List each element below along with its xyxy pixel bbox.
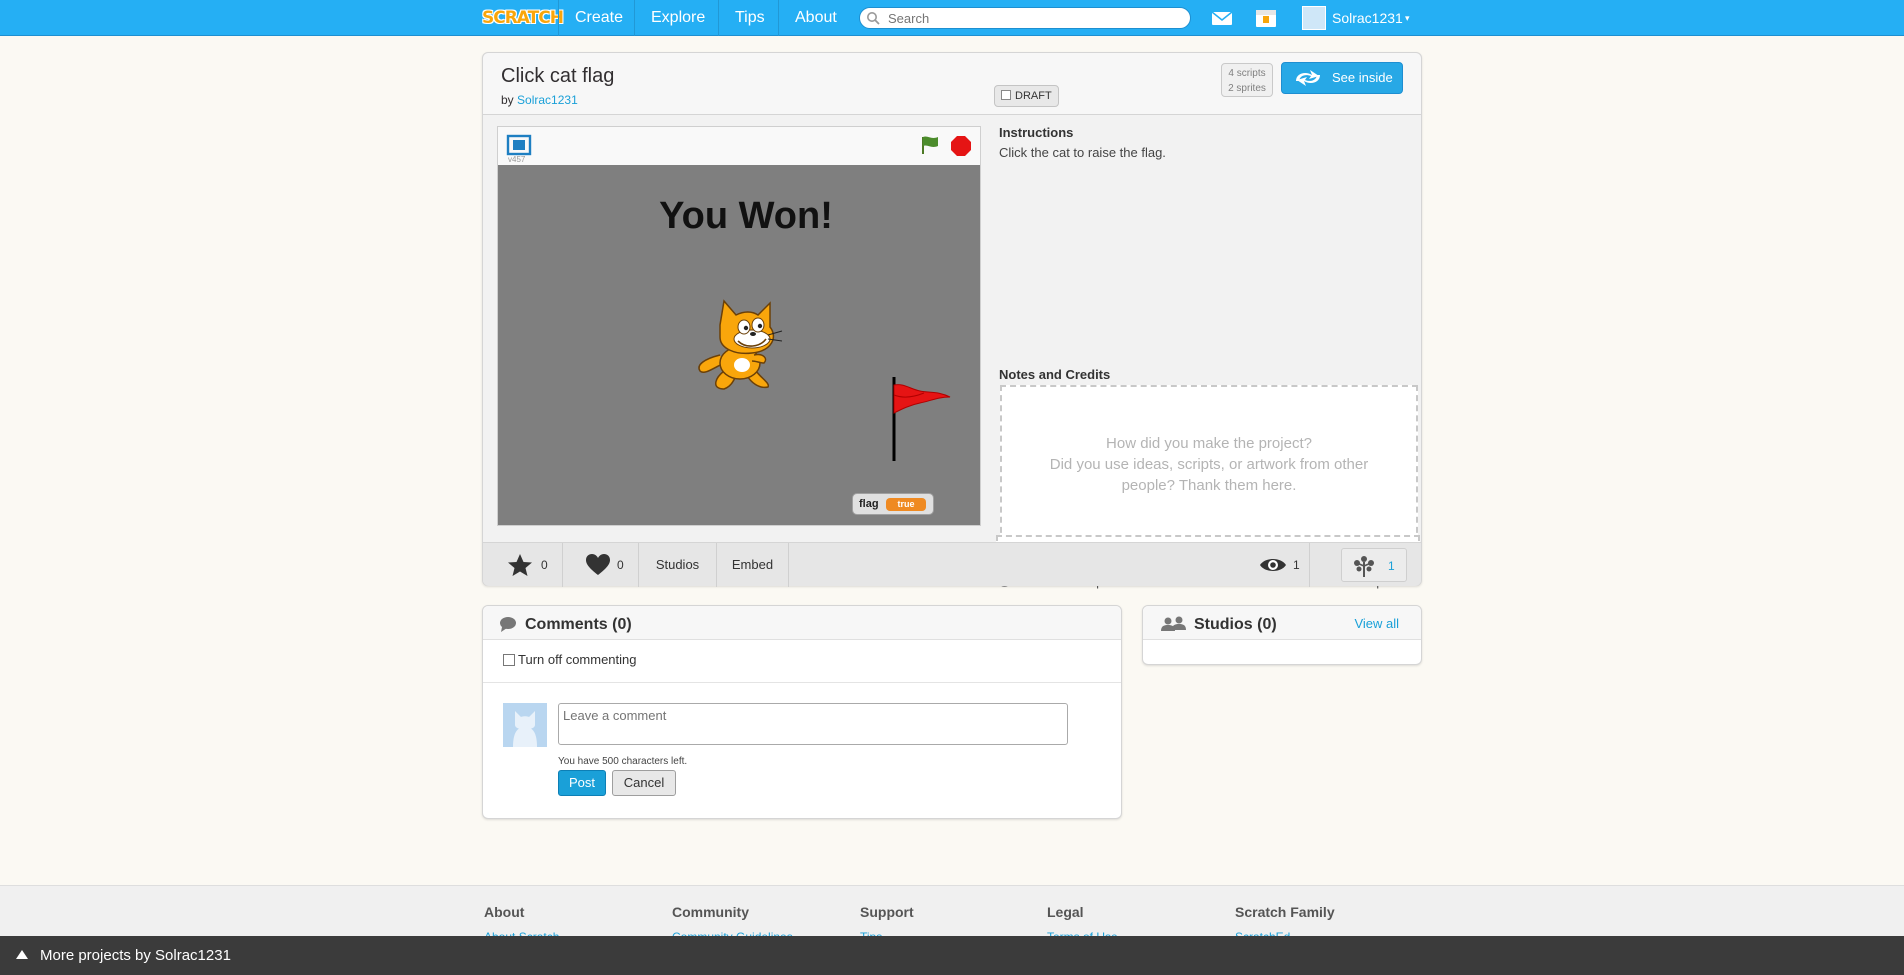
project-counts: 4 scripts 2 sprites xyxy=(1221,63,1273,97)
fullscreen-icon[interactable] xyxy=(506,134,532,156)
turn-off-commenting[interactable]: Turn off commenting xyxy=(503,652,637,667)
eye-icon xyxy=(1260,559,1286,571)
embed-button[interactable]: Embed xyxy=(717,543,789,587)
star-icon xyxy=(508,554,532,576)
favorite-button[interactable]: 0 xyxy=(483,543,563,587)
search-icon xyxy=(867,12,880,25)
scratch-logo[interactable]: SCRATCH xyxy=(482,6,564,30)
green-flag-icon[interactable] xyxy=(919,134,941,156)
stage-text: You Won! xyxy=(659,195,833,237)
footer-col-legal: Legal xyxy=(1047,904,1084,920)
nav-create[interactable]: Create xyxy=(558,0,639,36)
search-box[interactable] xyxy=(859,7,1191,29)
turn-off-checkbox[interactable] xyxy=(503,654,515,666)
cancel-button[interactable]: Cancel xyxy=(612,770,676,796)
remix-arrows-icon xyxy=(1296,70,1320,86)
heart-icon xyxy=(586,554,610,575)
footer-col-about: About xyxy=(484,904,525,920)
notes-placeholder-2: Did you use ideas, scripts, or artwork f… xyxy=(1049,456,1369,473)
people-icon xyxy=(1161,616,1186,631)
draft-label: DRAFT xyxy=(1015,90,1052,102)
draft-checkbox[interactable] xyxy=(1001,90,1011,100)
favorites-count: 0 xyxy=(541,558,548,572)
stage[interactable]: You Won! flag true xyxy=(498,165,980,525)
remix-tree-icon xyxy=(1354,556,1374,577)
project-box: Click cat flag by Solrac1231 DRAFT 4 scr… xyxy=(482,52,1422,589)
variable-name: flag xyxy=(859,498,879,510)
variable-monitor: flag true xyxy=(852,493,934,515)
instructions-heading: Instructions xyxy=(999,125,1074,140)
stats-divider xyxy=(1309,543,1310,587)
notes-placeholder-3: people? Thank them here. xyxy=(1121,477,1297,494)
remixes-count: 1 xyxy=(1388,559,1395,573)
instructions-text[interactable]: Click the cat to raise the flag. xyxy=(999,145,1166,160)
project-title: Click cat flag xyxy=(501,65,615,87)
mystuff-icon[interactable] xyxy=(1254,8,1278,28)
search-input[interactable] xyxy=(888,9,1178,27)
project-player: v457 You Won! flag true xyxy=(497,126,981,526)
studios-title: Studios (0) xyxy=(1194,616,1277,633)
loves-count: 0 xyxy=(617,558,624,572)
characters-left: You have 500 characters left. xyxy=(558,756,688,767)
comments-divider xyxy=(483,682,1121,683)
project-stats-bar: 0 0 Studios Embed 1 1 xyxy=(483,542,1421,587)
remix-tree-button[interactable]: 1 xyxy=(1341,548,1407,582)
top-nav: SCRATCH Create Explore Tips About Solrac… xyxy=(0,0,1904,36)
more-projects-bar[interactable]: More projects by Solrac1231 xyxy=(0,936,1904,975)
more-projects-label: More projects by Solrac1231 xyxy=(40,947,231,964)
notes-heading: Notes and Credits xyxy=(999,367,1111,382)
footer-col-support: Support xyxy=(860,904,914,920)
views-count: 1 xyxy=(1293,558,1300,572)
by-label: by xyxy=(501,93,514,107)
player-controls: v457 xyxy=(498,127,980,165)
views-stat: 1 xyxy=(1253,543,1309,587)
project-byline: by Solrac1231 xyxy=(501,93,578,107)
sprites-count: 2 sprites xyxy=(1228,83,1266,94)
comments-panel: Comments (0) Turn off commenting You hav… xyxy=(482,605,1122,819)
notes-credits-field[interactable]: How did you make the project? Did you us… xyxy=(1000,385,1418,543)
see-inside-label: See inside xyxy=(1332,70,1393,85)
project-info: Instructions Click the cat to raise the … xyxy=(994,115,1421,589)
top-nav-inner: SCRATCH Create Explore Tips About Solrac… xyxy=(482,0,1422,36)
red-flag-sprite[interactable] xyxy=(890,375,960,463)
chevron-up-icon xyxy=(16,950,28,959)
see-inside-button[interactable]: See inside xyxy=(1281,62,1403,94)
user-avatar xyxy=(1302,6,1326,30)
draft-toggle[interactable]: DRAFT xyxy=(994,85,1059,107)
turn-off-label: Turn off commenting xyxy=(518,652,637,667)
footer-col-scratch-family: Scratch Family xyxy=(1235,904,1335,920)
nav-tips[interactable]: Tips xyxy=(718,0,781,36)
player-version: v457 xyxy=(508,155,526,164)
notes-placeholder-1: How did you make the project? xyxy=(1106,435,1312,452)
author-link[interactable]: Solrac1231 xyxy=(517,93,578,107)
nav-explore[interactable]: Explore xyxy=(634,0,721,36)
commenter-avatar xyxy=(503,703,547,747)
messages-icon[interactable] xyxy=(1210,8,1234,28)
chevron-down-icon: ▾ xyxy=(1405,13,1410,23)
comment-input[interactable] xyxy=(558,703,1068,745)
scripts-count: 4 scripts xyxy=(1228,68,1266,79)
studios-header: Studios (0) View all xyxy=(1143,606,1421,640)
stop-icon[interactable] xyxy=(950,135,972,157)
love-button[interactable]: 0 xyxy=(563,543,639,587)
view-all-link[interactable]: View all xyxy=(1354,616,1399,631)
studios-button[interactable]: Studios xyxy=(639,543,717,587)
username: Solrac1231 xyxy=(1332,10,1403,26)
nav-about[interactable]: About xyxy=(778,0,853,36)
cat-sprite[interactable] xyxy=(690,293,786,397)
footer-col-community: Community xyxy=(672,904,749,920)
studios-panel: Studios (0) View all xyxy=(1142,605,1422,665)
comments-title: Comments (0) xyxy=(525,616,632,633)
variable-value: true xyxy=(886,498,926,511)
project-header: Click cat flag by Solrac1231 DRAFT 4 scr… xyxy=(483,53,1421,115)
post-button[interactable]: Post xyxy=(558,770,606,796)
comments-header: Comments (0) xyxy=(483,606,1121,640)
comment-bubble-icon xyxy=(500,617,516,632)
